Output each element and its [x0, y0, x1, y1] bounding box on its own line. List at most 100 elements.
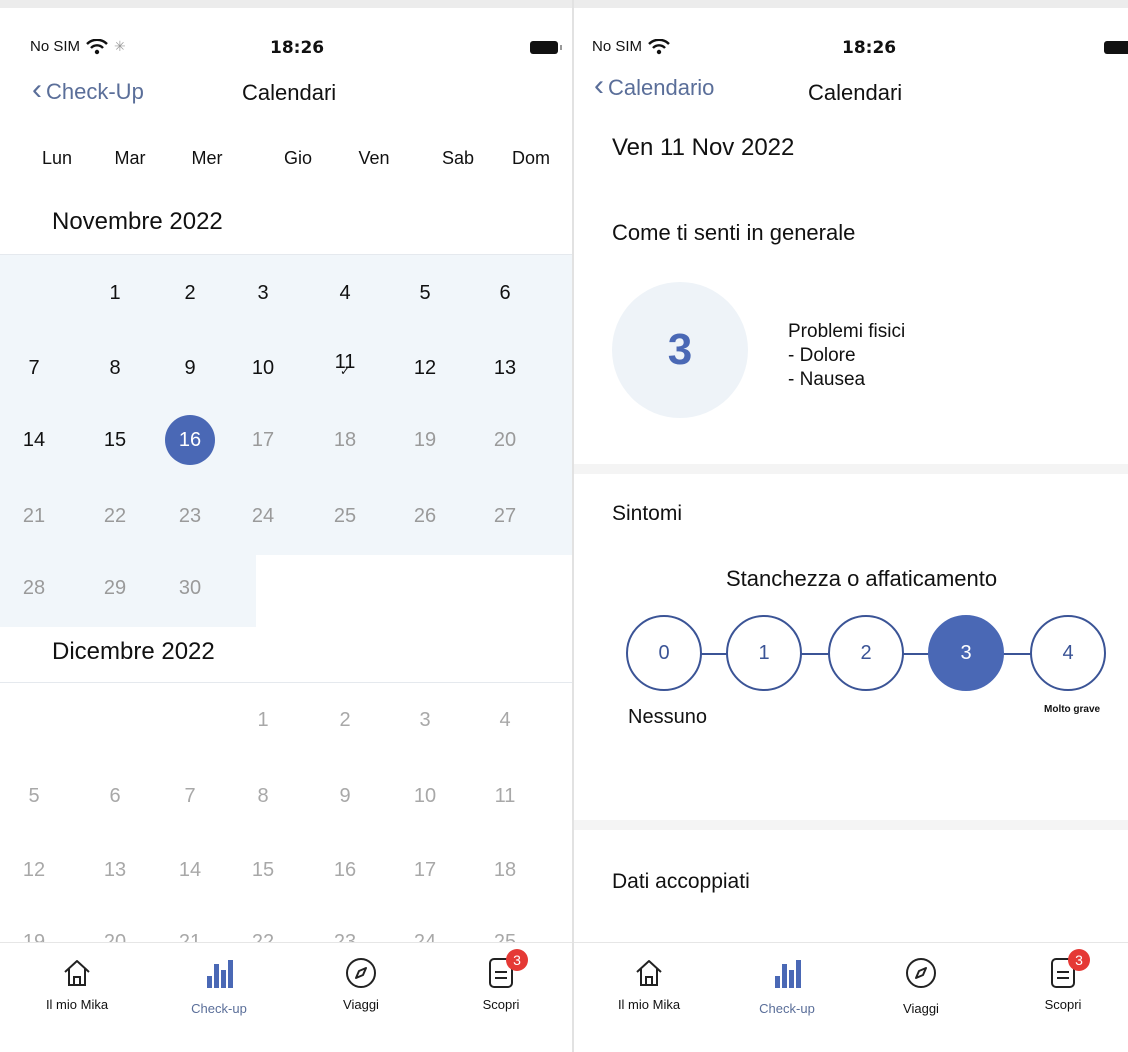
problems-title: Problemi fisici [788, 321, 906, 342]
weekday-label: Mar [114, 148, 146, 168]
back-button[interactable]: ‹ Calendario [594, 71, 715, 101]
tab-label: Viaggi [343, 997, 379, 1012]
divider [0, 254, 572, 255]
status-carrier: No SIM ✳ [30, 38, 126, 55]
calendar-day[interactable]: 11 [480, 771, 530, 821]
calendar-day[interactable]: 28 [9, 563, 59, 613]
calendar-day[interactable]: 15 [238, 845, 288, 895]
calendar-day[interactable]: 3 [400, 695, 450, 745]
calendar-day[interactable]: 4 [480, 695, 530, 745]
calendar-day[interactable]: 13 [480, 343, 530, 393]
tab-scopri[interactable]: 3 Scopri [1008, 949, 1118, 1012]
calendar-day[interactable]: 8 [238, 771, 288, 821]
scale-option-4[interactable]: 4 [1030, 615, 1106, 691]
tab-label: Viaggi [903, 1001, 939, 1016]
calendar-day[interactable]: 7 [165, 771, 215, 821]
tab-label: Check-up [759, 1001, 815, 1016]
calendar-day[interactable]: 29 [90, 563, 140, 613]
calendar-day[interactable]: 17 [238, 415, 288, 465]
calendar-day[interactable]: 13 [90, 845, 140, 895]
weekday-label: Mer [191, 148, 223, 168]
back-label: Calendario [608, 74, 715, 100]
calendar-day[interactable]: 4 [320, 268, 370, 318]
status-carrier: No SIM [592, 38, 670, 55]
calendar-day[interactable]: 3 [238, 268, 288, 318]
calendar-day[interactable]: 14 [9, 415, 59, 465]
scale-min-label: Nessuno [628, 706, 707, 728]
calendar-day[interactable]: 5 [400, 268, 450, 318]
calendar-day[interactable]: 22 [90, 491, 140, 541]
calendar-day[interactable]: 2 [320, 695, 370, 745]
calendar-day[interactable]: 21 [9, 491, 59, 541]
month-title-december: Dicembre 2022 [52, 638, 215, 665]
battery-icon [530, 41, 562, 54]
symptom-name: Stanchezza o affaticamento [726, 566, 998, 591]
calendar-day[interactable]: 5 [9, 771, 59, 821]
calendar-day[interactable]: 10 [238, 343, 288, 393]
calendar-day[interactable]: 6 [480, 268, 530, 318]
calendar-day[interactable]: 15 [90, 415, 140, 465]
tab-viaggi[interactable]: Viaggi [866, 953, 976, 1016]
tab-il-mio-mika[interactable]: Il mio Mika [22, 953, 132, 1012]
calendar-day[interactable]: 16 [320, 845, 370, 895]
tab-check-up[interactable]: Check-up [164, 953, 274, 1016]
weekday-label: Sab [441, 148, 475, 168]
section-divider [574, 820, 1128, 830]
tab-label: Scopri [1044, 997, 1082, 1012]
notification-badge: 3 [506, 949, 528, 971]
tab-viaggi[interactable]: Viaggi [306, 953, 416, 1012]
calendar-day[interactable]: 14 [165, 845, 215, 895]
bar-chart-icon [207, 960, 233, 988]
tab-label: Check-up [191, 1001, 247, 1016]
calendar-day[interactable]: 12 [400, 343, 450, 393]
carrier-text: No SIM [30, 38, 81, 55]
calendar-day[interactable]: 9 [165, 343, 215, 393]
calendar-day[interactable]: 19 [400, 415, 450, 465]
calendar-day[interactable]: 10 [400, 771, 450, 821]
tab-bar: Il mio Mika Check-up Viaggi 3 Scopri [0, 942, 572, 1052]
tab-il-mio-mika[interactable]: Il mio Mika [594, 953, 704, 1012]
home-icon [64, 960, 90, 986]
tab-label: Il mio Mika [617, 997, 681, 1012]
calendar-day[interactable]: 1 [90, 268, 140, 318]
calendar-day[interactable]: 2 [165, 268, 215, 318]
page-title: Calendari [808, 80, 903, 105]
problem-item: - Nausea [788, 369, 866, 390]
carrier-text: No SIM [592, 38, 643, 55]
wifi-icon [86, 38, 108, 54]
calendar-day[interactable]: 9 [320, 771, 370, 821]
tab-scopri[interactable]: 3 Scopri [446, 949, 556, 1012]
calendar-day[interactable]: 18 [320, 415, 370, 465]
calendar-day[interactable]: 18 [480, 845, 530, 895]
calendar-day-selected[interactable]: 16 [165, 415, 215, 465]
calendar-day[interactable]: 24 [238, 491, 288, 541]
calendar-day[interactable]: 12 [9, 845, 59, 895]
section-divider [574, 464, 1128, 474]
calendar-day[interactable]: 23 [165, 491, 215, 541]
bar-chart-icon [775, 960, 801, 988]
checkmark-icon: ✓ [339, 364, 351, 378]
calendar-day[interactable]: 30 [165, 563, 215, 613]
calendar-day[interactable]: 1 [238, 695, 288, 745]
calendar-day[interactable]: 25 [320, 491, 370, 541]
calendar-day[interactable]: 27 [480, 491, 530, 541]
calendar-day[interactable]: 20 [480, 415, 530, 465]
scale-option-2[interactable]: 2 [828, 615, 904, 691]
calendar-day[interactable]: 17 [400, 845, 450, 895]
calendar-day[interactable]: 26 [400, 491, 450, 541]
scale-option-0[interactable]: 0 [626, 615, 702, 691]
scale-option-3[interactable]: 3 [928, 615, 1004, 691]
weekday-label: Lun [41, 148, 73, 168]
calendar-day[interactable]: 6 [90, 771, 140, 821]
back-button[interactable]: ‹ Check-Up [32, 75, 144, 105]
problems-list: Problemi fisici - Dolore - Nausea [788, 320, 905, 392]
calendar-day-checked[interactable]: 11 ✓ [320, 343, 370, 393]
weekday-label: Ven [358, 148, 390, 168]
scale-option-1[interactable]: 1 [726, 615, 802, 691]
calendar-day[interactable]: 7 [9, 343, 59, 393]
tab-label: Il mio Mika [45, 997, 109, 1012]
calendar-day[interactable]: 8 [90, 343, 140, 393]
tab-check-up[interactable]: Check-up [732, 953, 842, 1016]
calendar-screen: No SIM ✳ 18:26 ‹ Check-Up Calendari Lun … [0, 8, 572, 1052]
day-detail-screen: No SIM 18:26 ‹ Calendario Calendari Ven … [574, 8, 1128, 1052]
